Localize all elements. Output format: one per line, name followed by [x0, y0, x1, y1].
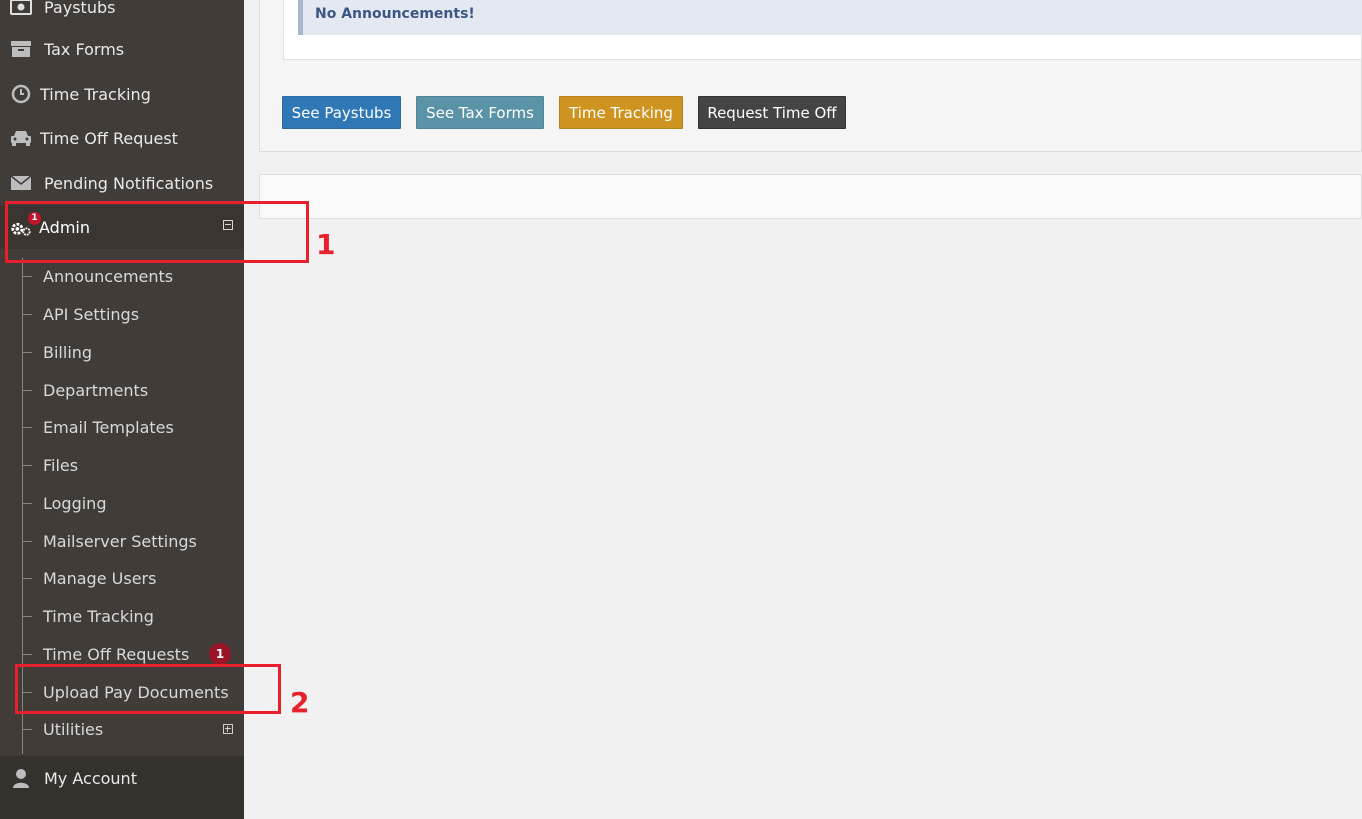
sidebar-subitem-manage-users[interactable]: Manage Users [22, 559, 244, 597]
sidebar-subitem-departments[interactable]: Departments [22, 371, 244, 409]
sidebar-item-paystubs[interactable]: Paystubs [0, 0, 244, 29]
sidebar-subitem-utilities[interactable]: Utilities [22, 710, 244, 748]
notification-badge: 1 [209, 643, 231, 665]
sidebar-item-pending-notifications[interactable]: Pending Notifications [0, 161, 244, 205]
sidebar-subitem-label: Mailserver Settings [43, 531, 197, 551]
sidebar-subitem-label: Files [43, 455, 79, 475]
content-panel [259, 174, 1362, 219]
sidebar-item-time-off-request[interactable]: Time Off Request [0, 116, 244, 160]
request-time-off-button[interactable]: Request Time Off [698, 96, 846, 129]
sidebar-subitem-label: Departments [43, 380, 149, 400]
sidebar-subitem-files[interactable]: Files [22, 446, 244, 484]
sidebar-item-label: Time Tracking [40, 84, 151, 104]
sidebar-item-tax-forms[interactable]: Tax Forms [0, 27, 244, 71]
archive-icon [10, 38, 32, 60]
announcement-text: No Announcements! [315, 6, 475, 22]
sidebar-subitem-api-settings[interactable]: API Settings [22, 295, 244, 333]
annotation-box-1 [5, 201, 309, 263]
sidebar-subitem-billing[interactable]: Billing [22, 333, 244, 371]
sidebar-subitem-label: Time Tracking [43, 606, 154, 626]
sidebar-subitem-mailserver-settings[interactable]: Mailserver Settings [22, 522, 244, 560]
sidebar-item-label: Time Off Request [40, 128, 178, 148]
car-icon [10, 127, 32, 149]
annotation-box-2 [15, 664, 281, 714]
sidebar-subitem-label: API Settings [43, 304, 140, 324]
sidebar-item-label: Paystubs [44, 0, 116, 17]
envelope-icon [10, 172, 32, 194]
sidebar-item-label: Pending Notifications [44, 173, 214, 193]
see-tax-forms-button[interactable]: See Tax Forms [416, 96, 544, 129]
annotation-number-2: 2 [290, 686, 310, 719]
sidebar-subitem-label: Billing [43, 342, 93, 362]
sidebar-subitem-email-templates[interactable]: Email Templates [22, 408, 244, 446]
time-tracking-button[interactable]: Time Tracking [559, 96, 683, 129]
sidebar-subitem-label: Logging [43, 493, 107, 513]
money-icon [10, 0, 32, 18]
sidebar-subitem-label: Utilities [43, 719, 104, 739]
sidebar-item-my-account[interactable]: My Account [0, 756, 244, 800]
see-paystubs-button[interactable]: See Paystubs [282, 96, 401, 129]
sidebar-item-label: Tax Forms [44, 39, 125, 59]
user-icon [10, 767, 32, 789]
sidebar-subitem-time-tracking[interactable]: Time Tracking [22, 597, 244, 635]
sidebar-subitem-label: Time Off Requests [43, 644, 190, 664]
sidebar-subitem-label: Announcements [43, 266, 174, 286]
sidebar-item-label: My Account [44, 768, 137, 788]
sidebar-subitem-logging[interactable]: Logging [22, 484, 244, 522]
sidebar-item-time-tracking[interactable]: Time Tracking [0, 72, 244, 116]
clock-icon [10, 83, 32, 105]
sidebar-subitem-label: Email Templates [43, 417, 174, 437]
expand-icon[interactable] [223, 724, 233, 734]
sidebar-subitem-label: Manage Users [43, 568, 157, 588]
annotation-number-1: 1 [316, 228, 336, 261]
